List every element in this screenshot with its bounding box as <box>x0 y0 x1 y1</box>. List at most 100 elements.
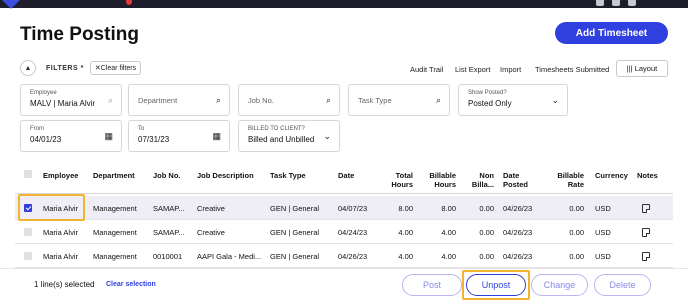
col-billable-rate[interactable]: Billable Rate <box>550 171 584 189</box>
top-bar <box>0 0 688 9</box>
notification-indicator <box>126 0 132 5</box>
cell-job-no: SAMAP... <box>153 227 185 237</box>
add-timesheet-button[interactable]: Add Timesheet <box>555 22 668 44</box>
selection-highlight <box>18 194 85 221</box>
cell-currency: USD <box>595 227 611 237</box>
cell-billable-rate: 0.00 <box>569 203 584 213</box>
filters-label[interactable]: FILTERS * <box>46 65 84 72</box>
notes-icon[interactable] <box>642 251 650 261</box>
logo-icon[interactable] <box>1 0 21 9</box>
col-notes[interactable]: Notes <box>637 171 658 180</box>
from-date-value: 04/01/23 <box>30 135 62 144</box>
row-checkbox[interactable] <box>24 252 32 260</box>
cell-job-no: 0010001 <box>153 251 183 261</box>
cell-job-description: Creative <box>197 203 225 213</box>
change-button[interactable]: Change <box>531 274 588 296</box>
cell-total-hours: 4.00 <box>398 227 413 237</box>
cell-department: Management <box>93 251 137 261</box>
cell-billable-hours: 8.00 <box>441 203 456 213</box>
to-date-field[interactable]: To 07/31/23 ▦ <box>128 120 230 152</box>
col-currency[interactable]: Currency <box>595 171 628 180</box>
cell-department: Management <box>93 227 137 237</box>
import-link[interactable]: Import <box>500 65 521 74</box>
col-date[interactable]: Date <box>338 171 354 180</box>
post-button[interactable]: Post <box>402 274 462 296</box>
col-department[interactable]: Department <box>93 171 135 180</box>
search-icon: ⌕ <box>325 94 331 105</box>
chevron-down-icon: ⌄ <box>323 130 331 141</box>
notes-icon[interactable] <box>642 227 650 237</box>
search-icon[interactable] <box>596 0 604 6</box>
col-total-hours[interactable]: Total Hours <box>380 171 413 189</box>
from-date-field[interactable]: From 04/01/23 ▦ <box>20 120 122 152</box>
employee-field[interactable]: Employee MALV | Maria Alvir ⌕ <box>20 84 122 116</box>
employee-field-label: Employee <box>30 90 57 96</box>
col-non-billable[interactable]: Non Billa... <box>462 171 494 189</box>
job-no-placeholder: Job No. <box>248 95 274 105</box>
layout-icon: ||| <box>626 64 635 73</box>
collapse-icon[interactable]: ▲ <box>20 60 36 76</box>
list-export-link[interactable]: List Export <box>455 65 490 74</box>
cell-billable-rate: 0.00 <box>569 227 584 237</box>
cell-non-billable: 0.00 <box>479 203 494 213</box>
cell-date-posted: 04/26/23 <box>503 227 533 237</box>
col-job-description[interactable]: Job Description <box>197 171 254 180</box>
col-date-posted[interactable]: Date Posted <box>503 171 528 189</box>
clear-selection-link[interactable]: Clear selection <box>106 281 156 288</box>
calendar-icon[interactable]: ▦ <box>212 121 221 151</box>
col-billable-hours[interactable]: Billable Hours <box>420 171 456 189</box>
cell-date: 04/24/23 <box>338 227 368 237</box>
cell-total-hours: 8.00 <box>398 203 413 213</box>
col-job-no[interactable]: Job No. <box>153 171 181 180</box>
cell-non-billable: 0.00 <box>479 251 494 261</box>
unpost-highlight <box>462 270 530 300</box>
row-checkbox[interactable] <box>24 228 32 236</box>
cell-non-billable: 0.00 <box>479 227 494 237</box>
task-type-placeholder: Task Type <box>358 95 392 105</box>
cell-task-type: GEN | General <box>270 203 320 213</box>
settings-icon[interactable] <box>628 0 636 6</box>
department-field[interactable]: Department ⌕ <box>128 84 230 116</box>
show-posted-select[interactable]: Show Posted? Posted Only ⌄ <box>458 84 568 116</box>
cell-currency: USD <box>595 251 611 261</box>
select-all-checkbox[interactable] <box>24 170 32 178</box>
delete-button[interactable]: Delete <box>594 274 651 296</box>
search-icon: ⌕ <box>107 94 113 105</box>
cell-department: Management <box>93 203 137 213</box>
employee-field-value: MALV | Maria Alvir <box>30 99 96 108</box>
cell-billable-rate: 0.00 <box>569 251 584 261</box>
clear-filters-button[interactable]: ✕Clear filters <box>89 61 142 75</box>
billed-to-client-label: BILLED TO CLIENT? <box>248 126 305 132</box>
notes-icon[interactable] <box>642 203 650 213</box>
notes-cell <box>642 220 650 244</box>
table-row[interactable]: Maria Alvir Management SAMAP... Creative… <box>15 196 673 220</box>
task-type-field[interactable]: Task Type ⌕ <box>348 84 450 116</box>
cell-billable-hours: 4.00 <box>441 227 456 237</box>
cell-date: 04/07/23 <box>338 203 368 213</box>
cell-date-posted: 04/26/23 <box>503 203 533 213</box>
cell-currency: USD <box>595 203 611 213</box>
audit-trail-link[interactable]: Audit Trail <box>410 65 443 74</box>
col-task-type[interactable]: Task Type <box>270 171 306 180</box>
show-posted-value: Posted Only <box>468 99 512 108</box>
star-icon[interactable] <box>612 0 620 6</box>
department-placeholder: Department <box>138 95 178 105</box>
cell-billable-hours: 4.00 <box>441 251 456 261</box>
table-row[interactable]: Maria Alvir Management 0010001 AAPI Gala… <box>15 244 673 268</box>
col-employee[interactable]: Employee <box>43 171 78 180</box>
job-no-field[interactable]: Job No. ⌕ <box>238 84 340 116</box>
page-title: Time Posting <box>20 24 139 45</box>
cell-job-description: Creative <box>197 227 225 237</box>
table-header-divider <box>15 193 673 194</box>
cell-date-posted: 04/26/23 <box>503 251 533 261</box>
filters-bar: ▲ FILTERS * ✕Clear filters <box>20 60 142 76</box>
table-row[interactable]: Maria Alvir Management SAMAP... Creative… <box>15 220 673 244</box>
billed-to-client-value: Billed and Unbilled <box>248 135 315 144</box>
layout-button[interactable]: ||| Layout <box>616 60 668 77</box>
calendar-icon[interactable]: ▦ <box>104 121 113 151</box>
billed-to-client-select[interactable]: BILLED TO CLIENT? Billed and Unbilled ⌄ <box>238 120 340 152</box>
cell-task-type: GEN | General <box>270 251 320 261</box>
timesheets-submitted-link[interactable]: Timesheets Submitted <box>535 65 609 74</box>
cell-task-type: GEN | General <box>270 227 320 237</box>
cell-job-description: AAPI Gala - Medi... <box>197 251 262 261</box>
